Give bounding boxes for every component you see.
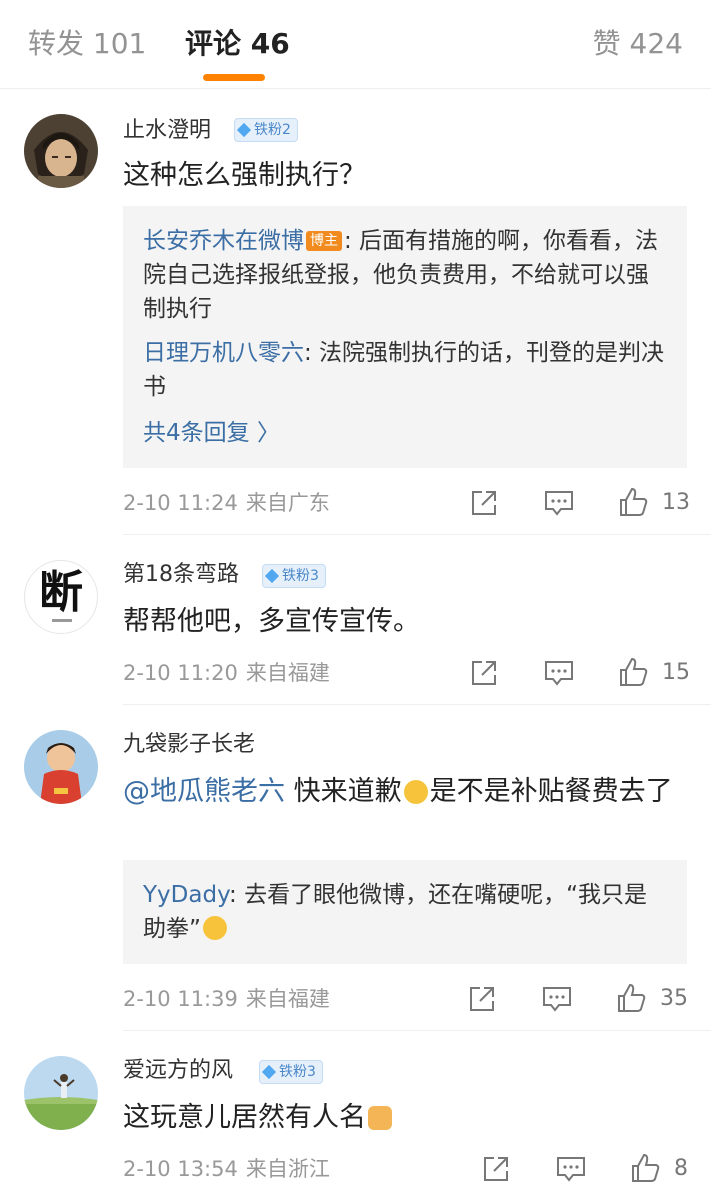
tab-comments[interactable]: 评论 46	[185, 24, 290, 64]
like-icon[interactable]	[617, 486, 649, 518]
divider	[123, 534, 711, 535]
avatar[interactable]: 断	[24, 560, 98, 634]
timestamp: 2-10 11:39	[123, 987, 238, 1011]
reply-username[interactable]: 日理万机八零六	[143, 340, 304, 366]
reply-box[interactable]: 长安乔木在微博 博主: 后面有措施的啊，你看看，法院自己选择报纸登报，他负责费用，…	[123, 206, 687, 468]
reply-username[interactable]: YyDady	[143, 882, 229, 908]
comment-icon[interactable]	[543, 658, 575, 688]
username[interactable]: 止水澄明	[123, 116, 211, 146]
like-count: 8	[674, 1156, 688, 1181]
avatar-seal	[52, 619, 72, 622]
laugh-cry-emoji-icon	[202, 916, 227, 940]
comment-meta: 2-10 11:24 来自广东	[123, 488, 330, 518]
comment-text: 帮帮他吧，多宣传宣传。	[123, 606, 420, 637]
comment-text-part: 是不是补贴餐费去了	[429, 776, 673, 807]
tab-likes[interactable]: 赞 424	[593, 24, 683, 64]
diamond-icon	[261, 1064, 277, 1080]
share-icon[interactable]	[481, 1154, 511, 1184]
comment-text-part: 快来道歉	[285, 776, 402, 807]
comment-meta: 2-10 11:39 来自福建	[123, 984, 330, 1014]
diamond-icon	[264, 568, 280, 584]
divider	[123, 704, 711, 705]
like-count: 15	[662, 660, 690, 685]
reply-username[interactable]: 长安乔木在微博	[143, 228, 304, 254]
location: 来自福建	[245, 661, 330, 685]
cat-emoji-icon	[368, 1106, 392, 1130]
fan-badge: 铁粉3	[259, 1060, 323, 1084]
location: 来自广东	[245, 491, 330, 515]
tab-bar: 转发 101 评论 46 赞 424	[0, 0, 711, 89]
more-replies-link[interactable]: 共4条回复 〉	[143, 416, 280, 450]
timestamp: 2-10 13:54	[123, 1157, 238, 1181]
reply-box[interactable]: YyDady: 去看了眼他微博，还在嘴硬呢，“我只是助拳”	[123, 860, 687, 964]
comment-icon[interactable]	[541, 984, 573, 1014]
comment-text-part: 这玩意儿居然有人名	[123, 1102, 366, 1133]
username[interactable]: 爱远方的风	[123, 1056, 233, 1086]
reply-item[interactable]: 长安乔木在微博 博主: 后面有措施的啊，你看看，法院自己选择报纸登报，他负责费用，…	[143, 224, 665, 326]
timestamp: 2-10 11:24	[123, 491, 238, 515]
fan-badge: 铁粉3	[262, 564, 326, 588]
avatar[interactable]	[24, 114, 98, 188]
username[interactable]: 九袋影子长老	[123, 730, 255, 760]
tab-repost[interactable]: 转发 101	[28, 24, 146, 64]
reply-item[interactable]: 日理万机八零六: 法院强制执行的话，刊登的是判决书	[143, 336, 665, 404]
avatar-glyph: 断	[39, 567, 83, 618]
share-icon[interactable]	[467, 984, 497, 1014]
location: 来自福建	[245, 987, 330, 1011]
fan-badge: 铁粉2	[234, 118, 298, 142]
comment-meta: 2-10 13:54 来自浙江	[123, 1154, 330, 1184]
comment-icon[interactable]	[555, 1154, 587, 1184]
like-count: 13	[662, 490, 690, 515]
diamond-icon	[236, 122, 252, 138]
avatar[interactable]	[24, 730, 98, 804]
share-icon[interactable]	[469, 488, 499, 518]
like-icon[interactable]	[629, 1152, 661, 1184]
author-tag: 博主	[306, 231, 342, 251]
active-tab-indicator	[203, 74, 265, 81]
comment-icon[interactable]	[543, 488, 575, 518]
reply-item[interactable]: YyDady: 去看了眼他微博，还在嘴硬呢，“我只是助拳”	[143, 878, 665, 946]
comment-text: @地瓜熊老六 快来道歉 是不是补贴餐费去了	[123, 772, 681, 812]
username[interactable]: 第18条弯路	[123, 560, 239, 590]
comment-meta: 2-10 11:20 来自福建	[123, 658, 330, 688]
share-icon[interactable]	[469, 658, 499, 688]
location: 来自浙江	[245, 1157, 330, 1181]
avatar[interactable]	[24, 1056, 98, 1130]
thinking-emoji-icon	[403, 780, 428, 804]
like-icon[interactable]	[615, 982, 647, 1014]
comment-text: 这玩意儿居然有人名	[123, 1098, 681, 1138]
like-count: 35	[660, 986, 688, 1011]
like-icon[interactable]	[617, 656, 649, 688]
timestamp: 2-10 11:20	[123, 661, 238, 685]
comment-text: 这种怎么强制执行？	[123, 160, 366, 191]
mention-link[interactable]: @地瓜熊老六	[123, 776, 285, 807]
divider	[123, 1030, 711, 1031]
